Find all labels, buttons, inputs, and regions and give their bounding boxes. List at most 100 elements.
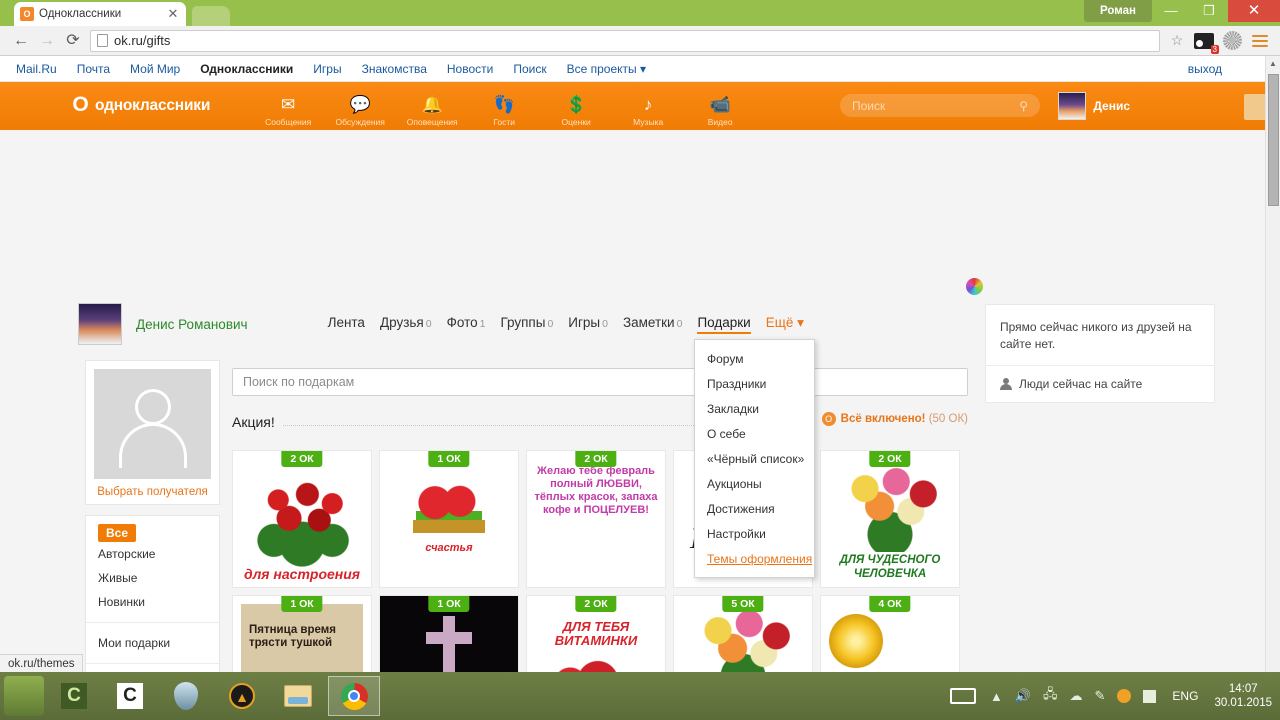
nav-music[interactable]: ♪ Музыка — [612, 95, 684, 130]
gift-card[interactable]: 2 ОК для настроения — [232, 450, 372, 588]
scroll-up-arrow-icon[interactable]: ▲ — [1266, 56, 1280, 71]
people-online-link[interactable]: Люди сейчас на сайте — [986, 365, 1214, 402]
menu-item-about[interactable]: О себе — [695, 421, 814, 446]
address-bar[interactable]: ok.ru/gifts — [90, 29, 1160, 52]
ok-user-menu[interactable]: Денис — [1058, 92, 1130, 120]
filter-live[interactable]: Живые — [86, 566, 219, 590]
window-user-label[interactable]: Роман — [1084, 0, 1152, 22]
menu-item-blacklist[interactable]: «Чёрный список» — [695, 446, 814, 471]
select-recipient-link[interactable]: Выбрать получателя — [94, 486, 211, 498]
mailru-link-0[interactable]: Mail.Ru — [16, 62, 57, 76]
keyboard-icon[interactable] — [949, 688, 976, 704]
browser-tab[interactable]: О Одноклассники ✕ — [14, 2, 186, 26]
taskbar-item-camtasia[interactable]: C — [48, 676, 100, 716]
ok-logo-icon: О — [72, 93, 89, 116]
recipient-card[interactable]: Выбрать получателя — [85, 360, 220, 505]
mailru-link-5[interactable]: Знакомства — [362, 62, 427, 76]
tab-games-label: Игры — [568, 314, 601, 330]
gift-card[interactable]: 5 ОК Для тебя Родная — [673, 595, 813, 672]
gift-card[interactable]: 1 ОК ХРАНИ ТЕБЯ ГОСПОДЬ ОТ ВСЕХ БЕД !!! — [379, 595, 519, 672]
taskbar-item-camtasia-studio[interactable]: C — [104, 676, 156, 716]
reload-button[interactable]: ⟳ — [60, 28, 86, 54]
bookmark-star-icon[interactable]: ☆ — [1166, 32, 1188, 49]
ok-search-input[interactable]: Поиск ⚲ — [840, 94, 1040, 117]
filter-new[interactable]: Новинки — [86, 590, 219, 614]
new-tab-button[interactable] — [192, 6, 230, 26]
taskbar-item-explorer[interactable] — [272, 676, 324, 716]
window-minimize-button[interactable]: — — [1152, 0, 1190, 22]
forward-button[interactable]: → — [34, 28, 60, 54]
extension-icon-2[interactable] — [1223, 31, 1242, 50]
mailru-link-6[interactable]: Новости — [447, 62, 493, 76]
taskbar-item-chrome[interactable] — [328, 676, 380, 716]
taskbar-item-teardrop[interactable] — [160, 676, 212, 716]
profile-avatar[interactable] — [78, 303, 122, 345]
nav-notifications[interactable]: 🔔 Оповещения — [396, 95, 468, 130]
mailru-link-4[interactable]: Игры — [313, 62, 341, 76]
ok-logo[interactable]: О одноклассники — [72, 94, 210, 118]
menu-item-themes[interactable]: Темы оформления — [695, 546, 814, 571]
window-close-button[interactable]: ✕ — [1228, 0, 1280, 22]
filter-all[interactable]: Все — [98, 524, 137, 542]
chrome-menu-icon[interactable] — [1248, 32, 1272, 50]
menu-item-bookmarks[interactable]: Закладки — [695, 396, 814, 421]
network-icon[interactable]: 🖧 — [1043, 685, 1058, 707]
pen-icon[interactable]: ✎ — [1095, 688, 1106, 704]
tab-close-icon[interactable]: ✕ — [166, 6, 180, 22]
tab-games[interactable]: Игры 0 — [568, 315, 608, 330]
gift-artwork-hearts-gold — [380, 451, 518, 587]
action-center-icon[interactable] — [1143, 689, 1157, 703]
gift-search-input[interactable]: Поиск по подаркам — [232, 368, 968, 396]
scrollbar-thumb[interactable] — [1268, 74, 1279, 206]
show-hidden-icons-arrow[interactable]: ▲ — [990, 689, 1003, 704]
mailru-link-7[interactable]: Поиск — [513, 62, 546, 76]
menu-item-achievements[interactable]: Достижения — [695, 496, 814, 521]
tab-friends[interactable]: Друзья 0 — [380, 315, 432, 330]
page-title[interactable]: Денис Романович — [136, 317, 248, 332]
taskbar-item-systemcare[interactable]: ▲ — [216, 676, 268, 716]
tab-notes[interactable]: Заметки 0 — [623, 315, 682, 330]
tab-lenta[interactable]: Лента — [328, 315, 365, 330]
logout-link[interactable]: выход — [1188, 62, 1222, 76]
nav-video[interactable]: 📹 Видео — [684, 95, 756, 130]
gift-card[interactable]: 2 ОК Желаю тебе февраль полный ЛЮБВИ, тё… — [526, 450, 666, 588]
mailru-link-1[interactable]: Почта — [77, 62, 110, 76]
menu-item-settings[interactable]: Настройки — [695, 521, 814, 546]
menu-item-forum[interactable]: Форум — [695, 346, 814, 371]
clock[interactable]: 14:07 30.01.2015 — [1214, 682, 1272, 710]
my-gifts-link[interactable]: Мои подарки — [86, 631, 219, 655]
start-button[interactable] — [4, 676, 44, 716]
tab-friends-count: 0 — [425, 317, 432, 330]
nav-messages[interactable]: ✉ Сообщения — [252, 95, 324, 130]
window-maximize-button[interactable]: ❐ — [1190, 0, 1228, 22]
tab-gifts[interactable]: Подарки — [697, 315, 751, 334]
ok-header-bar: О одноклассники ✉ Сообщения 💬 Обсуждения… — [0, 82, 1280, 130]
gift-card[interactable]: 4 ОК БУДЬ СЧАСТЛИВА КАЖДУЮ МИНУТКУ! — [820, 595, 960, 672]
mailru-link-2[interactable]: Мой Мир — [130, 62, 180, 76]
all-included-badge[interactable]: О Всё включено! (50 ОК) — [813, 412, 968, 426]
gift-card[interactable]: 2 ОК ДЛЯ ЧУДЕСНОГО ЧЕЛОВЕЧКА — [820, 450, 960, 588]
orange-orb-icon[interactable] — [1117, 689, 1132, 703]
nav-video-label: Видео — [707, 117, 733, 127]
page-scrollbar[interactable]: ▲ — [1265, 56, 1280, 672]
volume-icon[interactable]: 🔊 — [1015, 688, 1031, 704]
mailru-link-odnoklassniki[interactable]: Одноклассники — [200, 62, 293, 76]
gift-card[interactable]: 1 ОК Пятница время трясти тушкой — [232, 595, 372, 672]
tab-groups[interactable]: Группы 0 — [500, 315, 553, 330]
nav-ratings[interactable]: 💲 Оценки — [540, 95, 612, 130]
nav-guests[interactable]: 👣 Гости — [468, 95, 540, 130]
nav-discussions[interactable]: 💬 Обсуждения — [324, 95, 396, 130]
tab-photo[interactable]: Фото 1 — [447, 315, 486, 330]
filter-authored[interactable]: Авторские — [86, 542, 219, 566]
mailru-link-all-projects[interactable]: Все проекты ▾ — [567, 62, 646, 76]
tab-more[interactable]: Ещё ▾ — [766, 315, 804, 331]
color-wheel-icon[interactable] — [966, 278, 983, 295]
extension-icon-1[interactable]: 3 — [1194, 32, 1219, 54]
menu-item-holidays[interactable]: Праздники — [695, 371, 814, 396]
back-button[interactable]: ← — [8, 28, 34, 54]
gift-card[interactable]: 1 ОК счастья — [379, 450, 519, 588]
language-indicator[interactable]: ENG — [1172, 689, 1198, 703]
cloud-icon[interactable]: ☁ — [1070, 688, 1083, 704]
menu-item-auctions[interactable]: Аукционы — [695, 471, 814, 496]
gift-card[interactable]: 2 ОК ДЛЯ ТЕБЯ ВИТАМИНКИ — [526, 595, 666, 672]
